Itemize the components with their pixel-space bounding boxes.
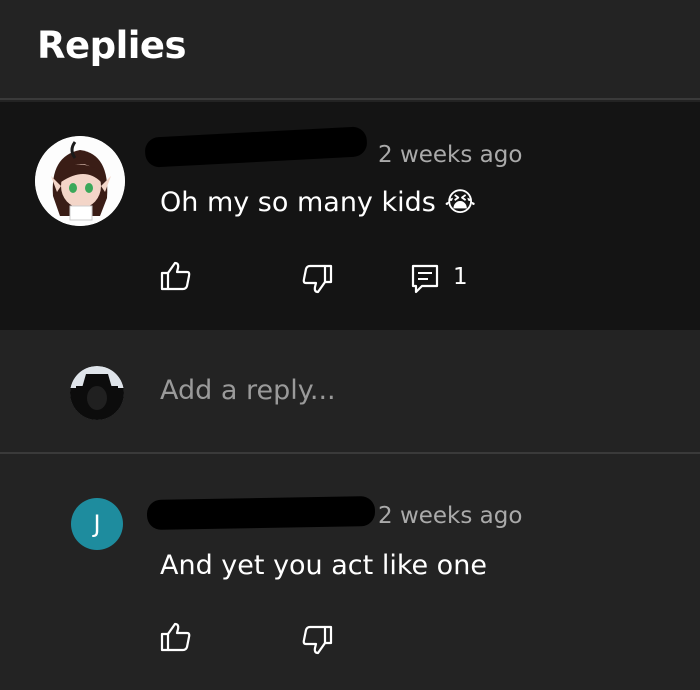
reply-comment: J 2 weeks ago And yet you act like one (0, 454, 700, 690)
parent-comment: 2 weeks ago Oh my so many kids 😭 1 (0, 102, 700, 330)
reply-count: 1 (453, 264, 468, 290)
user-avatar[interactable] (35, 136, 125, 226)
comment-text: Oh my so many kids 😭 (160, 187, 476, 218)
like-icon[interactable] (159, 259, 193, 293)
reply-text: And yet you act like one (160, 550, 487, 581)
page-title: Replies (37, 24, 187, 67)
reply-timestamp: 2 weeks ago (378, 503, 523, 529)
hooded-figure-avatar-icon (70, 366, 124, 420)
reply-dislike-icon[interactable] (300, 623, 334, 657)
dislike-icon[interactable] (300, 262, 334, 296)
comment-timestamp: 2 weeks ago (378, 142, 523, 168)
current-user-avatar (70, 366, 124, 420)
reply-comment-icon[interactable] (408, 262, 442, 296)
anime-avatar-icon (35, 136, 125, 226)
replies-header: Replies (0, 0, 700, 100)
reply-like-icon[interactable] (159, 620, 193, 654)
redacted-username (144, 126, 368, 168)
redacted-reply-username (146, 496, 376, 530)
add-reply-input[interactable]: Add a reply... (160, 375, 336, 406)
reply-user-avatar[interactable]: J (71, 498, 123, 550)
add-reply-row[interactable]: Add a reply... (0, 330, 700, 454)
